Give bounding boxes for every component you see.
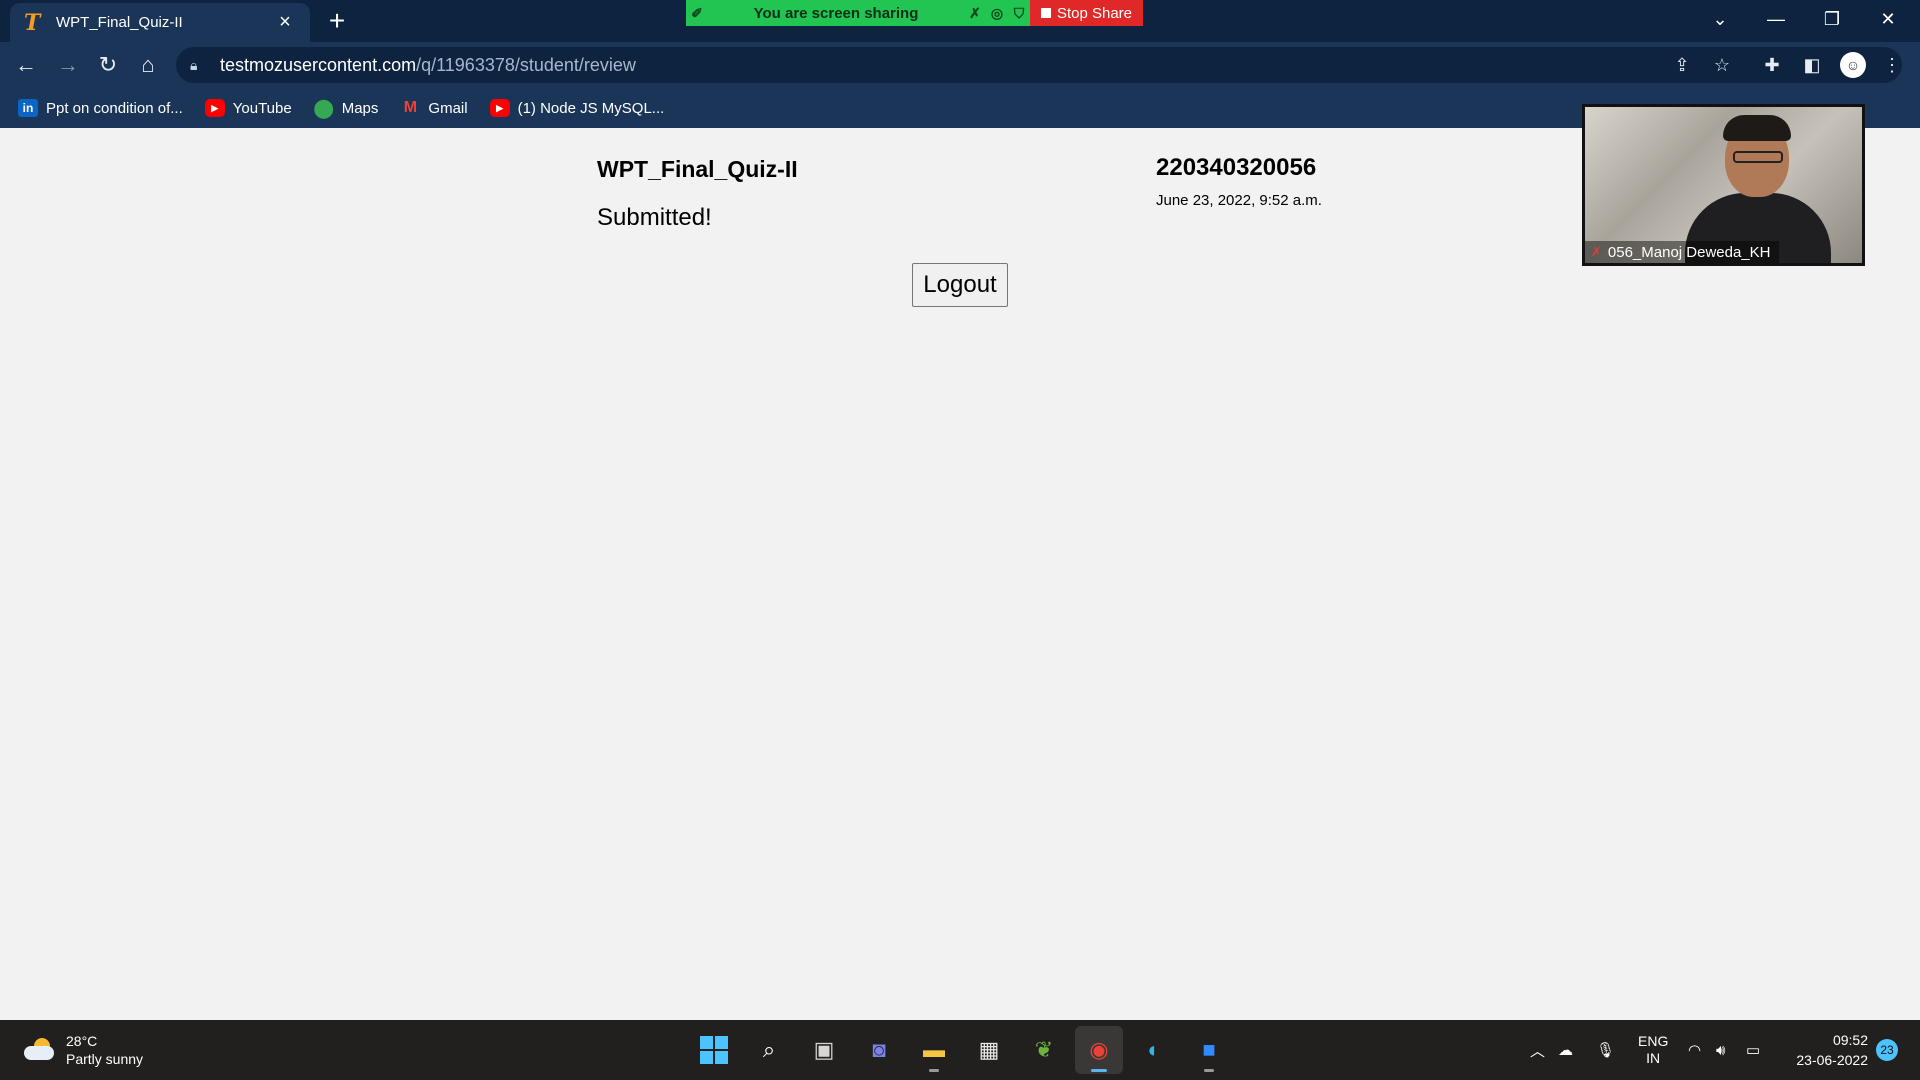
extensions-puzzle-icon[interactable]: ✚ (1756, 49, 1788, 81)
bookmark-maps[interactable]: ⬤ Maps (313, 97, 379, 118)
region-code: IN (1646, 1050, 1661, 1066)
reload-icon[interactable]: ↻ (92, 49, 124, 81)
participant-hair (1723, 115, 1791, 141)
logout-button[interactable]: Logout (912, 263, 1008, 307)
student-id: 220340320056 (1156, 154, 1317, 181)
stop-share-label: Stop Share (1056, 4, 1133, 22)
wifi-icon[interactable]: ◠ (1688, 1020, 1701, 1080)
screen-share-text: You are screen sharing (753, 4, 919, 22)
browser-toolbar: ← → ↻ ⌂ 🔒︎ testmozusercontent.com/q/1196… (0, 42, 1920, 88)
tab-strip: T WPT_Final_Quiz-II × + ✐ You are screen… (0, 0, 1920, 42)
submission-status: Submitted! (597, 204, 712, 231)
tab-search-button[interactable]: ⌄ (1692, 0, 1748, 38)
volume-icon[interactable]: 🔊︎ (1716, 1020, 1725, 1080)
video-thumbnail[interactable]: ✗ 056_Manoj Deweda_KH (1582, 104, 1865, 266)
bookmark-label: Gmail (428, 99, 468, 117)
share-page-icon[interactable]: ⇪ (1666, 49, 1698, 81)
lock-icon[interactable]: 🔒︎ (190, 57, 206, 74)
stop-icon (1040, 8, 1051, 18)
bookmark-gmail[interactable]: M Gmail (400, 99, 468, 117)
menu-kebab-icon[interactable]: ⋮ (1876, 49, 1908, 81)
youtube-icon: ▶ (489, 99, 510, 117)
restore-button[interactable]: ❐ (1804, 0, 1860, 38)
quiz-title: WPT_Final_Quiz-II (597, 156, 798, 182)
teams-chat-icon[interactable]: ◙ (855, 1026, 903, 1074)
onedrive-error-icon[interactable]: ☁ (1558, 1020, 1573, 1080)
show-hidden-icons-chevron-icon[interactable]: ︿ (1530, 1020, 1545, 1080)
language-code: ENG (1638, 1033, 1669, 1049)
windows-taskbar: 28°C Partly sunny ⌕ ▣ ◙ ▬ ▦ ❦ ◉ ◐ ■ ︿ ☁ … (0, 1020, 1920, 1080)
tab-title: WPT_Final_Quiz-II (56, 14, 183, 31)
side-panel-icon[interactable]: ◧ (1796, 49, 1828, 81)
mic-off-icon: ✗ (1591, 244, 1602, 259)
zoom-icon[interactable]: ■ (1185, 1026, 1233, 1074)
screen-share-bar[interactable]: ✐ You are screen sharing ✗ ◎ ⛉ (686, 0, 1030, 26)
participants-icon[interactable]: ◎ (986, 5, 1008, 22)
close-window-button[interactable]: ✕ (1860, 0, 1916, 38)
stop-share-button[interactable]: Stop Share (1030, 0, 1143, 26)
tab-close-icon[interactable]: × (274, 11, 296, 34)
participant-name-tag: ✗ 056_Manoj Deweda_KH (1585, 241, 1779, 263)
participant-glasses (1733, 151, 1783, 163)
mic-muted-icon[interactable]: ✗ (964, 5, 986, 22)
weather-desc: Partly sunny (66, 1051, 144, 1067)
share-drag-icon[interactable]: ✐ (686, 5, 708, 22)
microphone-icon[interactable]: 🎙︎ (1596, 1020, 1615, 1080)
submission-timestamp: June 23, 2022, 9:52 a.m. (1156, 192, 1322, 209)
bookmark-ppt[interactable]: in Ppt on condition of... (18, 99, 183, 117)
url-path: /q/11963378/student/review (416, 54, 636, 75)
bookmark-label: Ppt on condition of... (46, 99, 183, 117)
profile-avatar[interactable]: ☺ (1840, 52, 1866, 78)
forward-arrow-icon[interactable]: → (52, 49, 84, 81)
bookmark-label: Maps (341, 99, 379, 117)
bookmark-label: YouTube (232, 99, 292, 117)
participant-name: 056_Manoj Deweda_KH (1607, 243, 1771, 261)
security-shield-icon[interactable]: ⛉ (1008, 5, 1030, 22)
gmail-icon: M (403, 99, 418, 116)
spring-tool-icon[interactable]: ❦ (1020, 1026, 1068, 1074)
bookmark-star-icon[interactable]: ☆ (1706, 49, 1738, 81)
browser-tab[interactable]: T WPT_Final_Quiz-II × (10, 3, 310, 42)
taskbar-apps: ⌕ ▣ ◙ ▬ ▦ ❦ ◉ ◐ ■ (690, 1026, 1233, 1074)
start-windows-icon[interactable] (690, 1026, 738, 1074)
notification-badge[interactable]: 23 (1876, 1039, 1898, 1061)
address-bar[interactable]: 🔒︎ testmozusercontent.com/q/11963378/stu… (176, 47, 1902, 83)
file-explorer-icon[interactable]: ▬ (910, 1026, 958, 1074)
microsoft-store-icon[interactable]: ▦ (965, 1026, 1013, 1074)
battery-icon[interactable]: ▭ (1746, 1020, 1760, 1080)
bookmark-youtube[interactable]: ▶ YouTube (204, 99, 292, 117)
system-clock[interactable]: 09:52 23-06-2022 (1788, 1030, 1868, 1070)
task-view-icon[interactable]: ▣ (800, 1026, 848, 1074)
partly-sunny-icon (24, 1038, 56, 1062)
clock-time: 09:52 (1832, 1032, 1868, 1048)
back-arrow-icon[interactable]: ← (10, 49, 42, 81)
weather-widget[interactable]: 28°C Partly sunny (24, 1032, 143, 1068)
clock-date: 23-06-2022 (1796, 1052, 1868, 1068)
bookmark-label: (1) Node JS MySQL... (517, 99, 665, 117)
bookmark-node-mysql[interactable]: ▶ (1) Node JS MySQL... (489, 99, 665, 117)
search-icon[interactable]: ⌕ (745, 1026, 793, 1074)
linkedin-icon: in (18, 99, 38, 117)
new-tab-button[interactable]: + (322, 6, 352, 36)
chrome-icon[interactable]: ◉ (1075, 1026, 1123, 1074)
edge-icon[interactable]: ◐ (1130, 1026, 1178, 1074)
url-host: testmozusercontent.com (220, 54, 417, 75)
home-icon[interactable]: ⌂ (132, 49, 164, 81)
youtube-icon: ▶ (204, 99, 225, 117)
testmoz-favicon-icon: T (24, 9, 41, 36)
weather-temp: 28°C (66, 1033, 98, 1049)
minimize-button[interactable]: — (1748, 0, 1804, 38)
language-indicator[interactable]: ENG IN (1638, 1020, 1668, 1080)
maps-icon: ⬤ (313, 97, 334, 118)
